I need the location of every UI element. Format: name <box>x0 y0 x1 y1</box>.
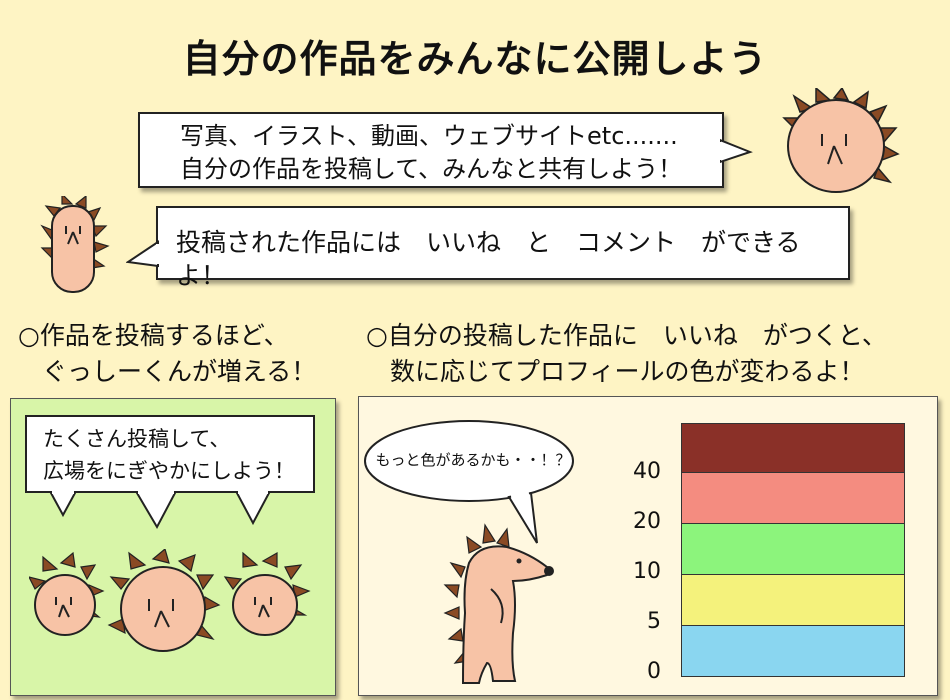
page-title: 自分の作品をみんなに公開しよう <box>182 37 768 81</box>
tick-label-20: 20 <box>633 509 661 534</box>
color-band-0-5 <box>681 625 905 677</box>
color-band-10-20 <box>681 523 905 575</box>
like-comment-text: 投稿された作品には いいね と コメント ができるよ！ <box>176 228 801 290</box>
profile-color-panel: もっと色があるかも・・！？ 0 5 10 20 40 <box>358 396 938 696</box>
intro-line-1: 写真、イラスト、動画、ウェブサイトetc....... <box>180 122 678 150</box>
intro-speech-bubble: 写真、イラスト、動画、ウェブサイトetc....... 自分の作品を投稿して、み… <box>138 112 724 188</box>
plaza-panel: たくさん投稿して、 広場をにぎやかにしよう！ <box>10 398 336 696</box>
notice-profile-color-line-2: 数に応じてプロフィールの色が変わるよ！ <box>390 357 865 386</box>
plaza-line-1: たくさん投稿して、 <box>43 427 231 451</box>
thought-text: もっと色があるかも・・！？ <box>375 451 571 469</box>
plaza-speech-bubble: たくさん投稿して、 広場をにぎやかにしよう！ <box>25 415 315 493</box>
notice-profile-color: ○自分の投稿した作品に いいね がつくと、 数に応じてプロフィールの色が変わるよ… <box>366 318 887 390</box>
hedgehog-group-icon <box>29 549 311 652</box>
color-band-5-10 <box>681 574 905 626</box>
plaza-line-2: 広場をにぎやかにしよう！ <box>43 459 295 483</box>
color-band-40-plus <box>681 423 905 473</box>
hedgehog-side-icon <box>443 523 554 684</box>
tick-label-0: 0 <box>647 659 661 684</box>
notice-profile-color-line-1: ○自分の投稿した作品に いいね がつくと、 <box>366 321 887 350</box>
tick-label-40: 40 <box>633 459 661 484</box>
intro-line-2: 自分の作品を投稿して、みんなと共有しよう！ <box>180 155 683 183</box>
tick-label-10: 10 <box>633 559 661 584</box>
color-scale <box>681 423 907 693</box>
hedgehog-face-icon <box>782 88 900 193</box>
tick-label-5: 5 <box>647 609 661 634</box>
bubble-tail <box>126 240 160 268</box>
notice-more-posts-line-1: ○作品を投稿するほど、 <box>18 321 289 350</box>
notice-more-posts-line-2: ぐっしーくんが増える！ <box>42 357 317 386</box>
like-comment-speech-bubble: 投稿された作品には いいね と コメント ができるよ！ <box>156 206 850 290</box>
notice-more-posts: ○作品を投稿するほど、 ぐっしーくんが増える！ <box>18 318 316 390</box>
color-band-20-40 <box>681 472 905 524</box>
bubble-tails <box>49 491 271 530</box>
hedgehog-standing-icon <box>40 196 110 293</box>
bubble-tail <box>720 138 753 164</box>
